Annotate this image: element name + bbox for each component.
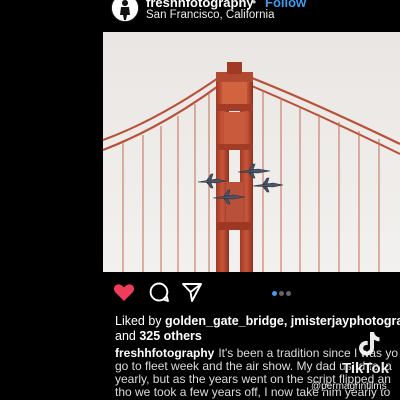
send-icon[interactable]: [180, 280, 204, 304]
carousel-dot-active: [272, 291, 277, 296]
carousel-indicator: [272, 291, 293, 296]
avatar[interactable]: [111, 0, 139, 22]
post-actions: [0, 280, 400, 306]
likes-conjunction: and: [115, 329, 136, 343]
tiktok-watermark: TikTok @permagrintilms: [311, 330, 400, 400]
carousel-dot: [286, 291, 291, 296]
comment-icon[interactable]: [147, 280, 171, 304]
carousel-dot: [279, 291, 284, 296]
liked-by-prefix: Liked by: [115, 314, 162, 328]
location-link[interactable]: San Francisco, California: [146, 9, 274, 21]
liked-by-users[interactable]: golden_gate_bridge, jmisterjayphotograp: [165, 314, 400, 328]
tiktok-logo-icon: [359, 332, 380, 356]
post-photo[interactable]: [103, 32, 400, 272]
likes-others[interactable]: 325 others: [139, 329, 202, 343]
avatar-image: [112, 0, 138, 21]
tiktok-handle: @permagrintilms: [311, 381, 387, 392]
separator-dot: •: [252, 0, 257, 9]
heart-filled-icon[interactable]: [112, 280, 136, 304]
golden-gate-photo: [103, 32, 400, 272]
tiktok-brand: TikTok: [342, 360, 389, 377]
post-header: freshhfotography • Follow San Francisco,…: [0, 0, 400, 28]
